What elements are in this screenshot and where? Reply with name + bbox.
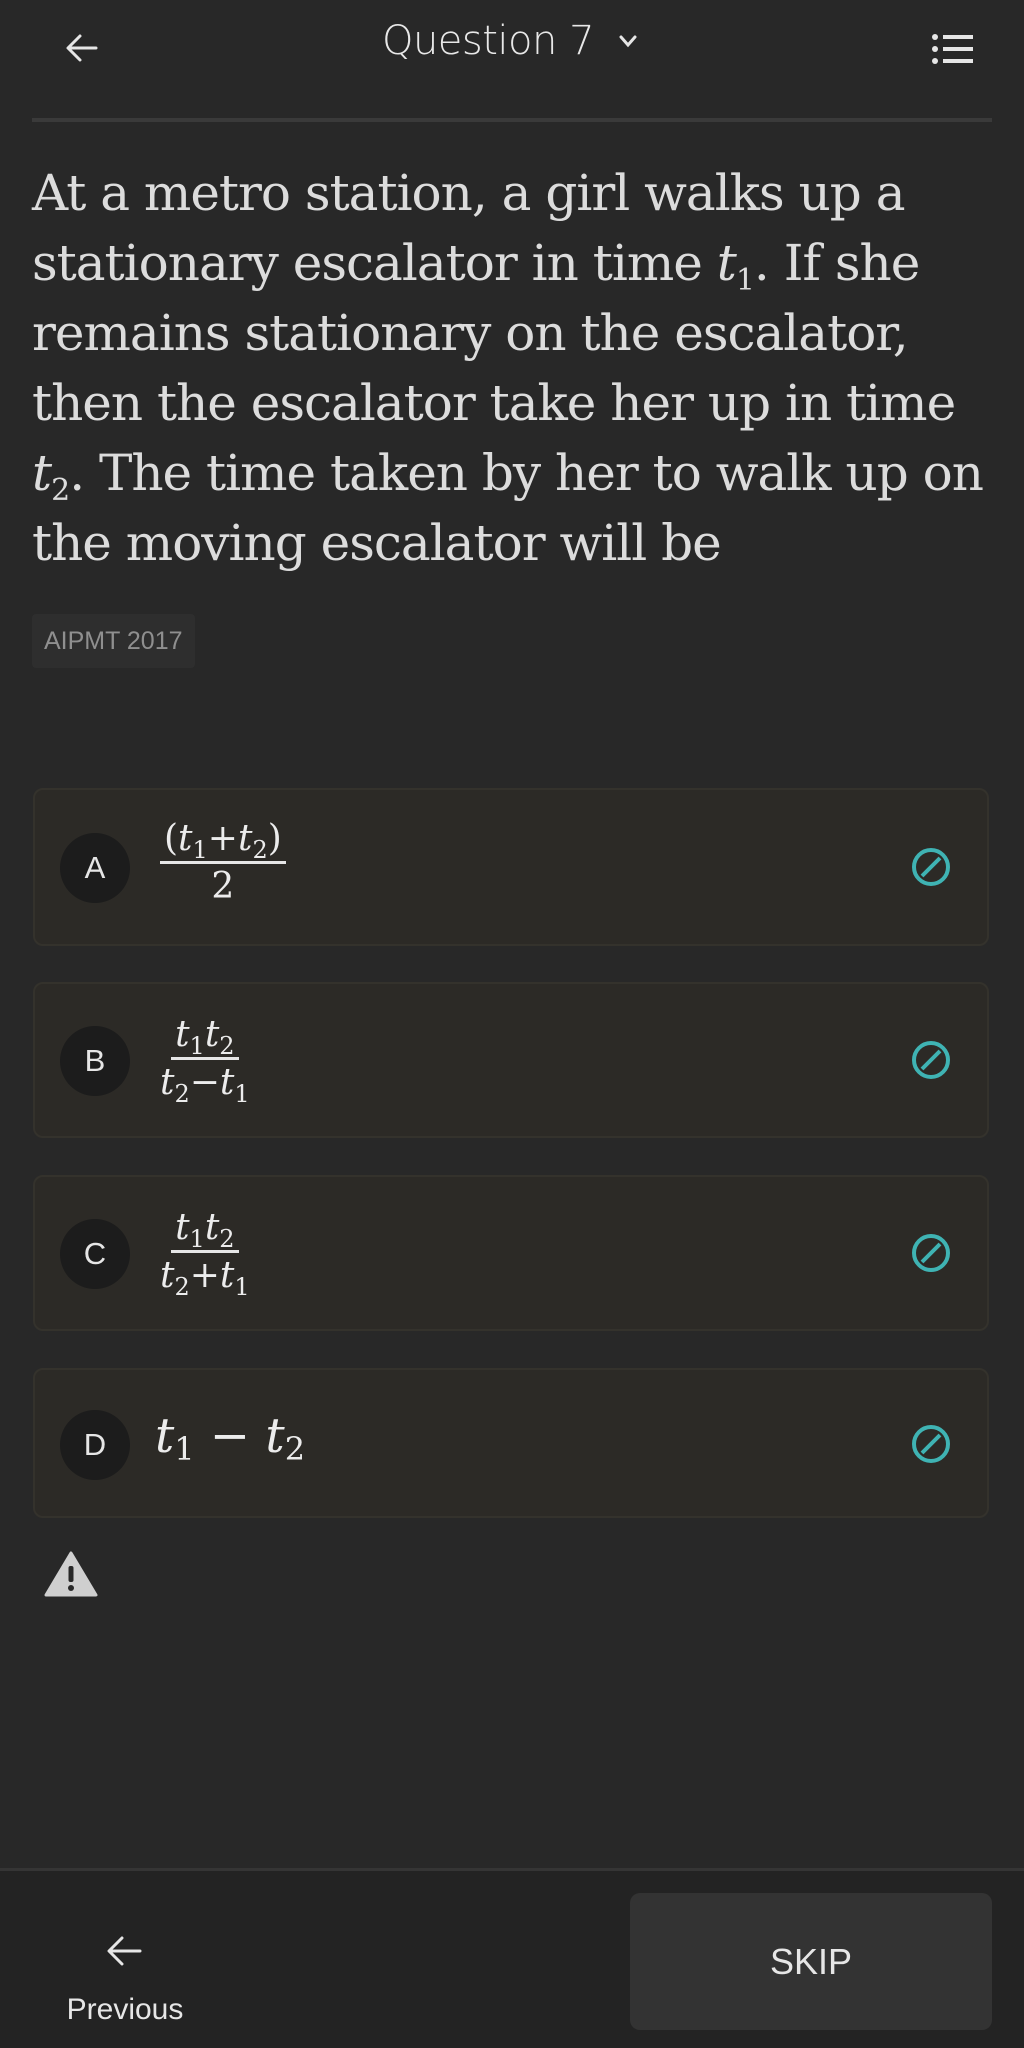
option-a[interactable]: A (t1+t2) 2 xyxy=(33,788,989,946)
option-d[interactable]: D t1 − t2 xyxy=(33,1368,989,1518)
not-attempted-icon xyxy=(912,1234,950,1272)
skip-button[interactable]: SKIP xyxy=(630,1893,992,2030)
option-letter: C xyxy=(60,1219,130,1289)
previous-button[interactable]: Previous xyxy=(40,1891,210,2031)
question-list-icon xyxy=(932,34,973,64)
option-formula: t1t2 t2−t1 xyxy=(160,1014,250,1108)
question-text: At a metro station, a girl walks up a st… xyxy=(32,164,984,572)
bottom-bar: Previous SKIP xyxy=(0,1868,1024,2048)
option-formula: t1 − t2 xyxy=(155,1408,306,1468)
previous-label: Previous xyxy=(66,1993,184,2026)
question-selector[interactable]: Question 7 xyxy=(0,18,1024,64)
option-letter: B xyxy=(60,1026,130,1096)
not-attempted-icon xyxy=(912,1041,950,1079)
option-formula: t1t2 t2+t1 xyxy=(160,1207,250,1301)
header-divider xyxy=(32,118,992,122)
option-c[interactable]: C t1t2 t2+t1 xyxy=(33,1175,989,1331)
question-list-button[interactable] xyxy=(928,24,978,74)
option-letter: D xyxy=(60,1410,130,1480)
chevron-down-icon xyxy=(614,27,642,55)
not-attempted-icon xyxy=(912,1425,950,1463)
option-b[interactable]: B t1t2 t2−t1 xyxy=(33,982,989,1138)
exam-tag: AIPMT 2017 xyxy=(32,614,195,668)
warning-icon[interactable] xyxy=(44,1550,98,1598)
page-title: Question 7 xyxy=(381,18,595,64)
top-bar: Question 7 xyxy=(0,0,1024,120)
not-attempted-icon xyxy=(912,848,950,886)
option-letter: A xyxy=(60,833,130,903)
arrow-left-icon xyxy=(107,1936,142,1966)
option-formula: (t1+t2) 2 xyxy=(160,818,286,907)
